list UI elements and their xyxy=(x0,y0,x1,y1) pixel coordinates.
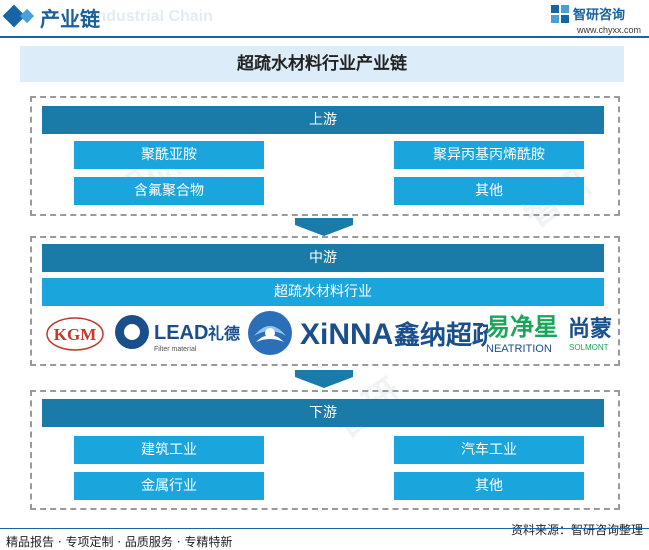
source-note: 资料来源：智研咨询整理 xyxy=(510,523,643,537)
lead-sub-text: Filter material xyxy=(154,346,197,353)
footer-divider xyxy=(0,528,649,529)
footer-slogan: 精品报告 · 专项定制 · 品质服务 · 专精特新 xyxy=(6,535,233,549)
xinna-logo-icon: XiNNA 鑫纳超疏 xyxy=(300,318,498,351)
neatrition-logo: 易净星 NEATRITION xyxy=(486,308,566,358)
lead-text: LEAD xyxy=(154,322,208,344)
neatrition-text: NEATRITION xyxy=(486,343,552,355)
page-title: 产业链 xyxy=(40,7,100,31)
solmont-logo-icon: 尚蒙 SOLMONT xyxy=(568,317,612,352)
xinna-logo: XiNNA 鑫纳超疏 xyxy=(298,308,498,358)
header-ghost-text: Industrial Chain xyxy=(92,8,213,25)
xinna-text: XiNNA xyxy=(300,318,393,351)
brand: 智研咨询 www.chyxx.com xyxy=(551,3,641,35)
upstream-item: 其他 xyxy=(394,177,584,205)
header: Industrial Chain 产业链 智研咨询 www.chyxx.com xyxy=(0,0,649,36)
downstream-item: 建筑工业 xyxy=(74,436,264,464)
lead-logo: LEAD 礼德 Filter material xyxy=(112,308,242,358)
diagram-title: 超疏水材料行业产业链 xyxy=(20,46,624,82)
solmont-text: SOLMONT xyxy=(569,343,609,352)
kgm-logo-icon: KGM xyxy=(46,317,104,351)
upstream-item: 含氟聚合物 xyxy=(74,177,264,205)
downstream-item: 金属行业 xyxy=(74,472,264,500)
brand-logo-icon xyxy=(551,5,569,23)
midstream-label: 中游 xyxy=(42,244,604,272)
brand-url: www.chyxx.com xyxy=(576,25,641,35)
neatrition-logo-icon: 易净星 NEATRITION xyxy=(486,313,558,355)
upstream-item: 聚异丙基丙烯酰胺 xyxy=(394,141,584,169)
diamond-small-icon xyxy=(19,8,35,24)
downstream-item: 汽车工业 xyxy=(394,436,584,464)
downstream-item: 其他 xyxy=(394,472,584,500)
solmont-logo: 尚蒙 SOLMONT xyxy=(568,308,618,358)
neatrition-cn-text: 易净星 xyxy=(486,313,558,341)
brand-name: 智研咨询 xyxy=(573,8,626,23)
midstream-industry: 超疏水材料行业 xyxy=(42,278,604,306)
kgm-logo: KGM xyxy=(42,308,108,358)
swirl-logo-icon xyxy=(248,311,292,355)
down-arrow-icon xyxy=(295,218,353,236)
kgm-text: KGM xyxy=(54,325,97,344)
solmont-cn-text: 尚蒙 xyxy=(568,317,612,342)
company-logos: KGM LEAD 礼德 Filter material XiNNA 鑫纳超疏 易… xyxy=(42,308,617,358)
upstream-item: 聚酰亚胺 xyxy=(74,141,264,169)
header-divider xyxy=(0,36,649,38)
downstream-label: 下游 xyxy=(42,399,604,427)
lead-logo-icon: LEAD 礼德 Filter material xyxy=(115,315,240,353)
swirl-logo xyxy=(244,308,296,358)
down-arrow-icon xyxy=(295,370,353,388)
xinna-cn-text: 鑫纳超疏 xyxy=(394,320,488,351)
upstream-label: 上游 xyxy=(42,106,604,134)
lead-cn-text: 礼德 xyxy=(208,324,240,343)
